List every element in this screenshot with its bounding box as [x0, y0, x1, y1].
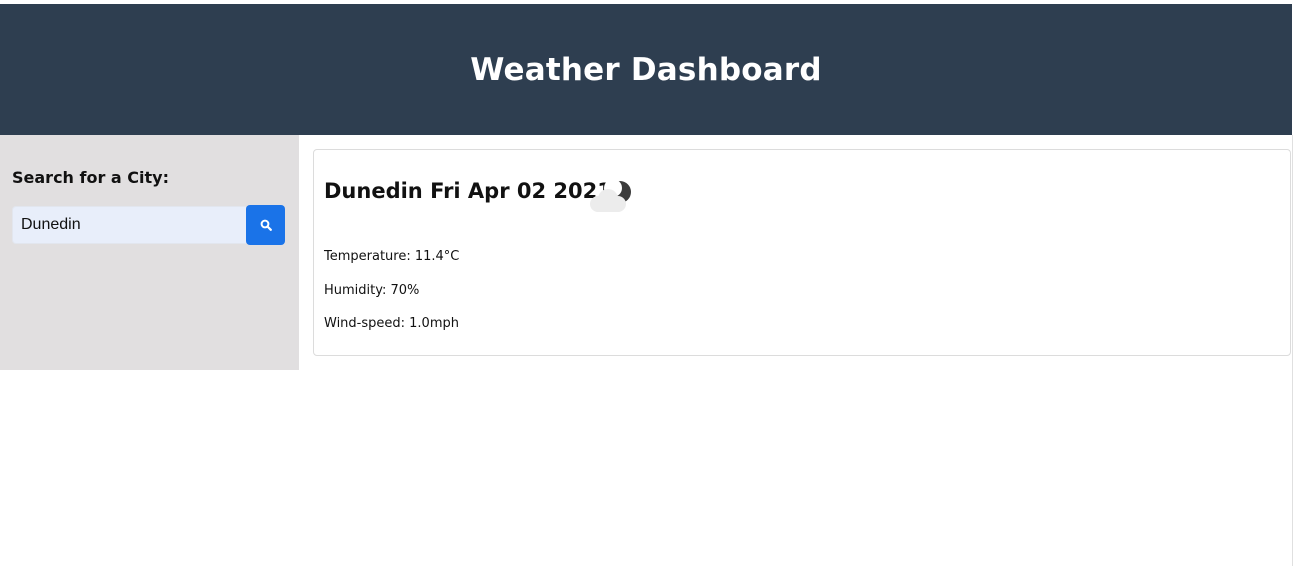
page-header: Weather Dashboard	[0, 4, 1292, 135]
search-icon	[260, 219, 272, 231]
current-weather-card: Dunedin Fri Apr 02 2021 Temperature: 11.…	[313, 149, 1291, 356]
search-sidebar: Search for a City:	[0, 135, 299, 370]
page-divider	[1292, 135, 1293, 566]
wind-speed-text: Wind-speed: 1.0mph	[324, 316, 459, 331]
search-label: Search for a City:	[12, 168, 169, 187]
search-button[interactable]	[246, 205, 285, 245]
humidity-text: Humidity: 70%	[324, 283, 420, 298]
temperature-text: Temperature: 11.4°C	[324, 249, 460, 264]
city-search-input[interactable]	[12, 206, 246, 244]
partly-cloudy-night-icon	[590, 179, 631, 212]
page-title: Weather Dashboard	[470, 51, 822, 88]
current-weather-title: Dunedin Fri Apr 02 2021	[324, 179, 612, 203]
